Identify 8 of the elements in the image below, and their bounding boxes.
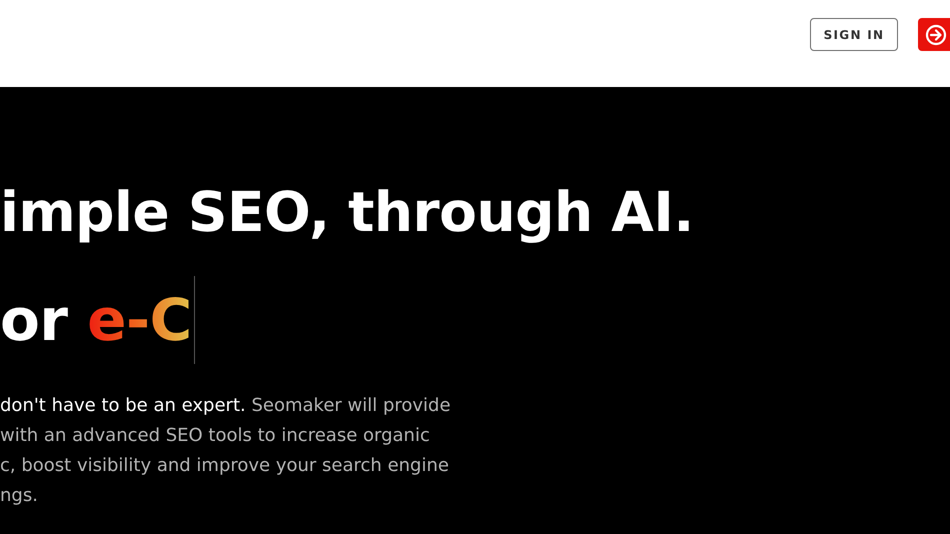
headline: imple SEO, through AI. xyxy=(0,179,695,246)
sign-in-button[interactable]: SIGN IN xyxy=(810,18,898,51)
description-line: don't have to be an expert. Seomaker will provide xyxy=(0,394,452,418)
description-line: ngs. xyxy=(0,484,39,508)
arrow-circle-icon xyxy=(925,24,947,46)
headline-text: or xyxy=(0,285,69,355)
description-line: c, boost visibility and improve your search engine xyxy=(0,454,450,478)
description-line: with an advanced SEO tools to increase organic xyxy=(0,424,431,448)
